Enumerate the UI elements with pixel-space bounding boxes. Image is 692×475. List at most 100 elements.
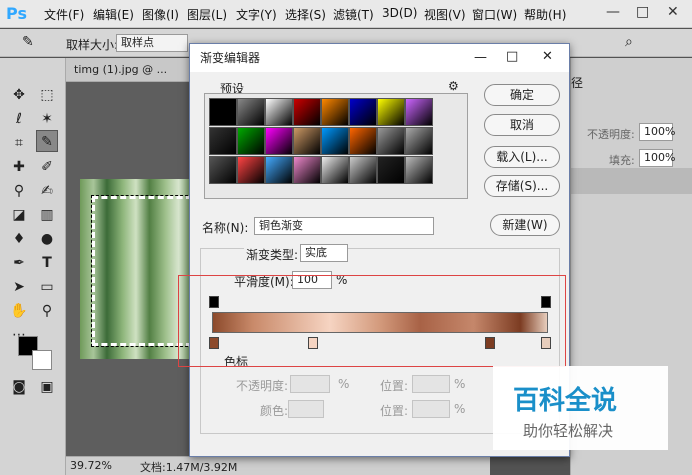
stop-color-location-label: 位置: (380, 404, 409, 418)
dodge-tool-icon[interactable]: ● (36, 228, 58, 250)
blur-tool-icon[interactable]: ♦ (8, 228, 30, 250)
stop-location-input[interactable] (412, 375, 450, 393)
path-select-icon[interactable]: ➤ (8, 276, 30, 298)
menu-edit[interactable]: 编辑(E) (93, 6, 134, 23)
stop-location-unit: % (454, 377, 466, 391)
preset-swatch[interactable] (321, 127, 349, 155)
fill-input[interactable]: 100% (639, 149, 675, 167)
eraser-tool-icon[interactable]: ◪ (8, 204, 30, 226)
watermark-subtitle: 助你轻松解决 (523, 422, 614, 440)
hand-tool-icon[interactable]: ✋ (8, 300, 30, 322)
menu-3d[interactable]: 3D(D) (382, 6, 417, 20)
menu-type[interactable]: 文字(Y) (236, 6, 277, 23)
photoshop-logo: Ps (6, 4, 27, 23)
menu-help[interactable]: 帮助(H) (524, 6, 566, 23)
lasso-tool-icon[interactable]: ℓ (8, 108, 30, 130)
stop-opacity-label: 不透明度: (236, 379, 289, 393)
screen-mode-icon[interactable]: ▣ (36, 376, 58, 398)
dialog-maximize-icon[interactable]: □ (506, 49, 518, 64)
sample-size-label: 取样大小: (66, 38, 119, 52)
layer-row[interactable] (571, 168, 692, 194)
menu-bar: Ps 文件(F) 编辑(E) 图像(I) 图层(L) 文字(Y) 选择(S) 滤… (0, 0, 692, 28)
preset-swatch[interactable] (377, 156, 405, 184)
minimize-icon[interactable]: — (606, 4, 620, 20)
presets-gear-icon[interactable]: ⚙ (448, 79, 459, 93)
stop-color-label: 颜色: (260, 404, 289, 418)
pen-tool-icon[interactable]: ✒ (8, 252, 30, 274)
menu-select[interactable]: 选择(S) (285, 6, 326, 23)
close-icon[interactable]: ✕ (667, 4, 679, 20)
preset-swatch[interactable] (293, 98, 321, 126)
stop-opacity-input[interactable] (290, 375, 330, 393)
stop-color-swatch[interactable] (288, 400, 324, 418)
dialog-minimize-icon[interactable]: — (474, 50, 487, 65)
menu-window[interactable]: 窗口(W) (472, 6, 517, 23)
name-input[interactable]: 铜色渐变 (254, 217, 434, 235)
dialog-close-icon[interactable]: ✕ (542, 49, 553, 64)
preset-swatch[interactable] (405, 98, 433, 126)
preset-swatch[interactable] (237, 156, 265, 184)
zoom-level[interactable]: 39.72% (70, 459, 112, 472)
stamp-tool-icon[interactable]: ⚲ (8, 180, 30, 202)
eyedropper-icon[interactable]: ✎ (22, 34, 34, 50)
menu-file[interactable]: 文件(F) (44, 6, 84, 23)
preset-swatch[interactable] (293, 156, 321, 184)
preset-swatch[interactable] (377, 98, 405, 126)
load-button[interactable]: 载入(L)... (484, 146, 560, 168)
sample-size-select[interactable]: 取样点 (116, 34, 188, 52)
history-brush-icon[interactable]: ✍ (36, 180, 58, 202)
new-button[interactable]: 新建(W) (490, 214, 560, 236)
eyedropper-tool-icon[interactable]: ✎ (36, 130, 58, 152)
menu-filter[interactable]: 滤镜(T) (333, 6, 374, 23)
preset-swatch[interactable] (209, 127, 237, 155)
move-tool-icon[interactable]: ✥ (8, 84, 30, 106)
preset-swatch[interactable] (349, 127, 377, 155)
brush-tool-icon[interactable]: ✐ (36, 156, 58, 178)
fill-label: 填充: (609, 154, 635, 167)
preset-swatch[interactable] (349, 98, 377, 126)
save-button[interactable]: 存储(S)... (484, 175, 560, 197)
preset-swatch[interactable] (321, 156, 349, 184)
marquee-tool-icon[interactable]: ⬚ (36, 84, 58, 106)
preset-swatch[interactable] (265, 98, 293, 126)
preset-swatch[interactable] (265, 156, 293, 184)
watermark: 百科全说 助你轻松解决 (493, 366, 668, 450)
stop-opacity-unit: % (338, 377, 350, 391)
gradient-tool-icon[interactable]: ▥ (36, 204, 58, 226)
background-color[interactable] (32, 350, 52, 370)
menu-image[interactable]: 图像(I) (142, 6, 179, 23)
healing-brush-icon[interactable]: ✚ (8, 156, 30, 178)
menu-view[interactable]: 视图(V) (424, 6, 466, 23)
preset-swatch[interactable] (349, 156, 377, 184)
preset-swatch[interactable] (237, 98, 265, 126)
gradient-type-select[interactable]: 实底 (300, 244, 348, 262)
zoom-tool-icon[interactable]: ⚲ (36, 300, 58, 322)
crop-tool-icon[interactable]: ⌗ (8, 132, 30, 154)
preset-swatch[interactable] (405, 127, 433, 155)
panel-tab[interactable]: 径 (571, 74, 583, 91)
preset-swatch[interactable] (321, 98, 349, 126)
ok-button[interactable]: 确定 (484, 84, 560, 106)
cancel-button[interactable]: 取消 (484, 114, 560, 136)
stop-color-location-input[interactable] (412, 400, 450, 418)
search-icon[interactable]: ⌕ (625, 34, 633, 50)
shape-tool-icon[interactable]: ▭ (36, 276, 58, 298)
preset-swatch[interactable] (209, 156, 237, 184)
preset-swatch[interactable] (377, 127, 405, 155)
preset-swatch[interactable] (237, 127, 265, 155)
menu-layer[interactable]: 图层(L) (187, 6, 227, 23)
maximize-icon[interactable]: □ (636, 4, 649, 20)
quick-mask-icon[interactable]: ◙ (8, 376, 30, 398)
watermark-title: 百科全说 (513, 386, 618, 416)
preset-swatch[interactable] (209, 98, 237, 126)
magic-wand-icon[interactable]: ✶ (36, 108, 58, 130)
preset-swatch[interactable] (405, 156, 433, 184)
status-bar: 39.72% 文档:1.47M/3.92M (66, 456, 490, 475)
preset-swatch[interactable] (293, 127, 321, 155)
name-label: 名称(N): (202, 221, 249, 235)
type-tool-icon[interactable]: T (36, 252, 58, 274)
preset-swatch[interactable] (265, 127, 293, 155)
selection-marquee (91, 195, 193, 347)
document-tab[interactable]: timg (1).jpg @ ... (66, 58, 196, 82)
opacity-input[interactable]: 100% (639, 123, 675, 141)
